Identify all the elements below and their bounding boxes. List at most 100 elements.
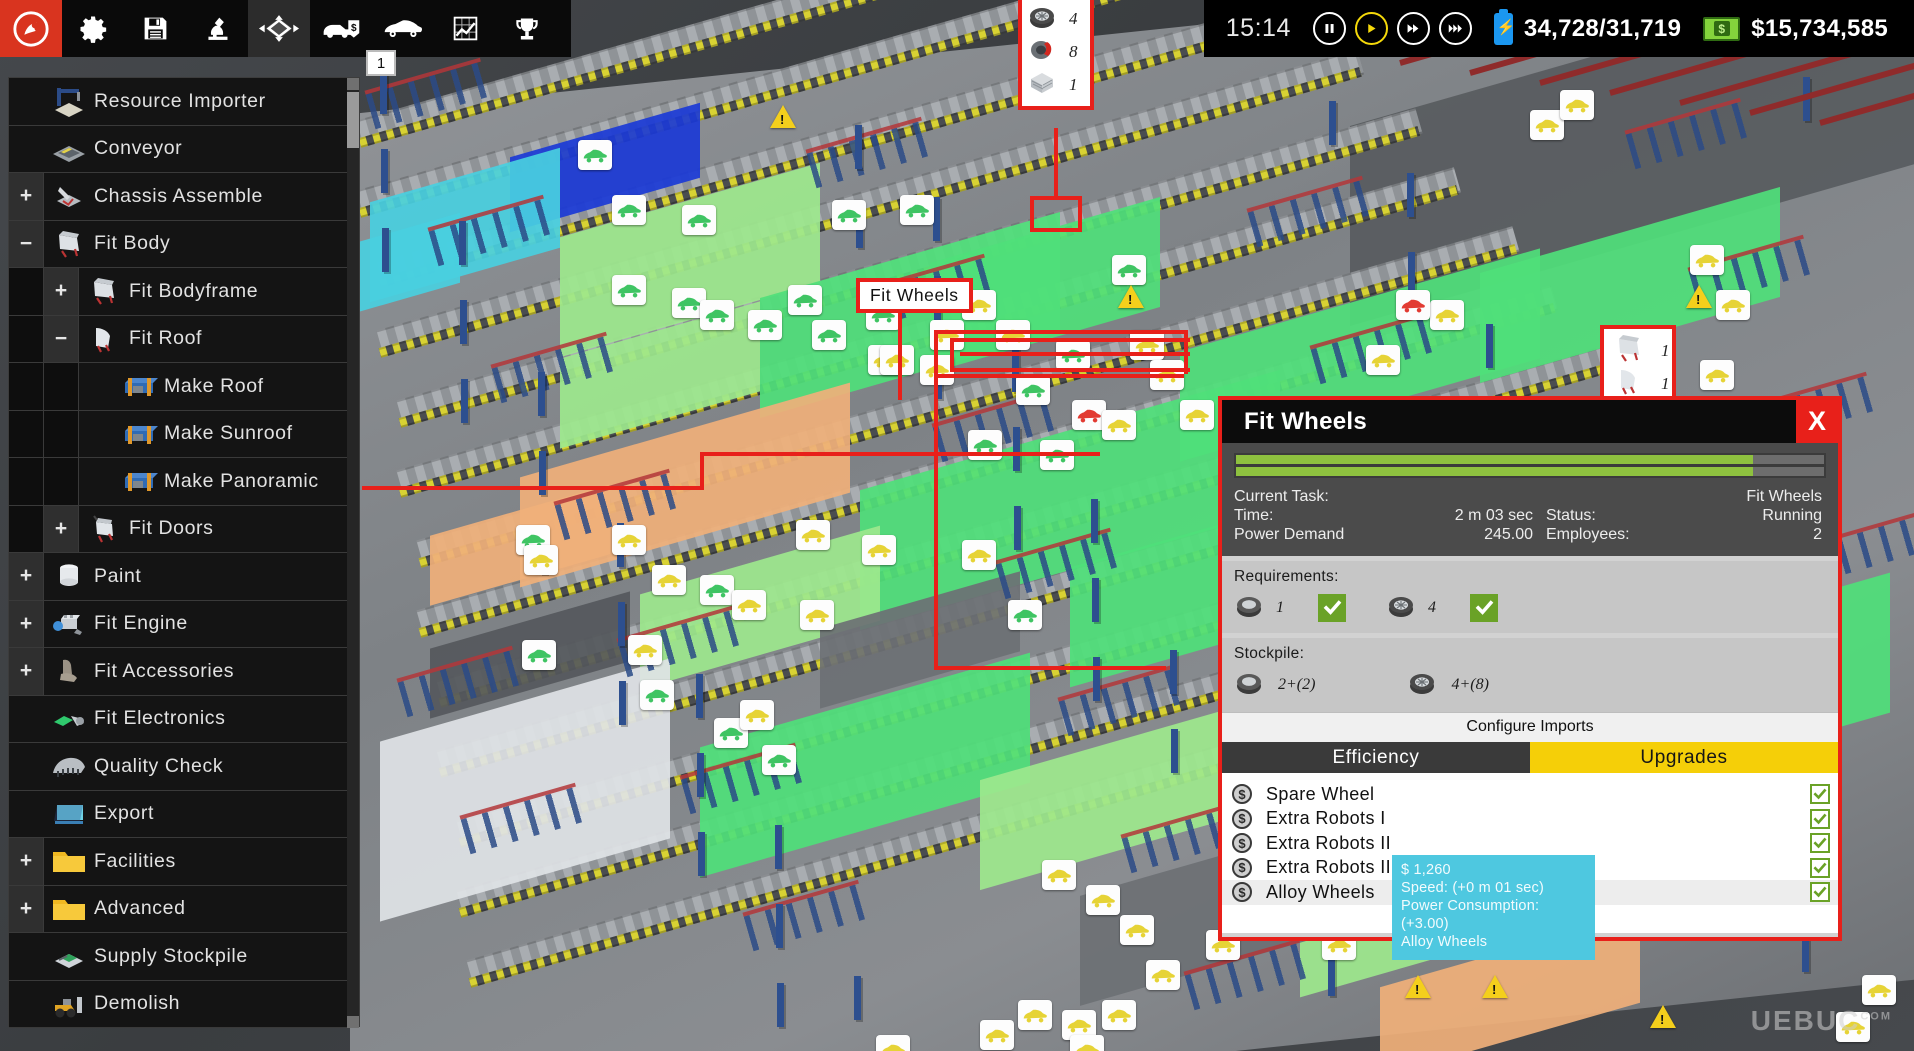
expander-placeholder — [9, 743, 44, 790]
expander-toggle[interactable]: + — [44, 268, 79, 315]
fast-forward-button[interactable] — [1397, 12, 1430, 45]
expander-toggle[interactable]: − — [9, 221, 44, 268]
popup-item-row: 1 — [1027, 68, 1082, 101]
sidebar-item-chassis-assemble[interactable]: + Chassis Assemble — [9, 173, 349, 221]
sidebar-item-fit-bodyframe[interactable]: +Fit Bodyframe — [9, 268, 349, 316]
expander-toggle[interactable]: + — [9, 648, 44, 695]
indent-spacer — [44, 411, 79, 458]
trophy-icon[interactable] — [496, 0, 558, 57]
requirement-met-icon — [1318, 594, 1346, 622]
paint-icon — [44, 559, 94, 593]
upgrade-label: Extra Robots II — [1252, 833, 1810, 854]
svg-text:$: $ — [351, 23, 357, 34]
requirement-item: 1 — [1234, 592, 1386, 623]
upgrades-list[interactable]: $ Spare Wheel $ Extra Robots I $ Extra R… — [1222, 773, 1838, 933]
progress-bar-1 — [1236, 455, 1824, 464]
sidebar-scrollbar[interactable] — [347, 78, 359, 1028]
sidebar-item-quality-check[interactable]: Quality Check — [9, 743, 349, 791]
car-icon[interactable] — [372, 0, 434, 57]
configure-imports-button[interactable]: Configure Imports — [1222, 712, 1838, 742]
gear-icon[interactable] — [62, 0, 124, 57]
sidebar-item-paint[interactable]: +Paint — [9, 553, 349, 601]
brake-disc-icon — [1027, 36, 1057, 67]
line-chart-icon[interactable] — [434, 0, 496, 57]
sidebar-item-export[interactable]: Export — [9, 791, 349, 839]
conveyor-icon — [44, 132, 94, 166]
expander-placeholder — [79, 411, 114, 458]
sidebar-item-label: Chassis Assemble — [94, 185, 263, 208]
tab-efficiency[interactable]: Efficiency — [1222, 742, 1530, 773]
scroll-up-arrow[interactable] — [347, 78, 359, 90]
microscope-icon[interactable] — [186, 0, 248, 57]
sidebar-item-make-sunroof[interactable]: Make Sunroof — [9, 411, 349, 459]
upgrade-row[interactable]: $ Extra Robots II — [1222, 831, 1838, 856]
pause-button[interactable] — [1313, 12, 1346, 45]
indent-spacer — [44, 458, 79, 505]
expander-toggle[interactable]: − — [44, 316, 79, 363]
power-indicator: 34,728/31,719 — [1494, 13, 1681, 45]
upgrade-row[interactable]: $ Extra Robots I — [1222, 807, 1838, 832]
sidebar-item-fit-engine[interactable]: + Fit Engine — [9, 601, 349, 649]
upgrade-row[interactable]: $ Spare Wheel — [1222, 782, 1838, 807]
sidebar-item-fit-doors[interactable]: +Fit Doors — [9, 506, 349, 554]
alloy-wheel-icon — [1407, 669, 1437, 700]
sidebar-item-conveyor[interactable]: Conveyor — [9, 126, 349, 174]
banknote-icon: $ — [1703, 17, 1740, 41]
sidebar-item-facilities[interactable]: +Facilities — [9, 838, 349, 886]
sidebar-item-label: Fit Engine — [94, 612, 188, 635]
current-task-label: Current Task: — [1234, 487, 1436, 506]
game-logo-icon[interactable] — [0, 0, 62, 57]
expander-toggle[interactable]: + — [9, 553, 44, 600]
watermark: UEBUCCOM — [1751, 1005, 1892, 1037]
battery-icon — [1494, 13, 1513, 45]
sidebar-item-make-roof[interactable]: Make Roof — [9, 363, 349, 411]
spare-tire-icon — [1234, 592, 1264, 623]
expander-toggle[interactable]: + — [9, 886, 44, 933]
requirement-count: 1 — [1276, 599, 1284, 617]
expander-toggle[interactable]: + — [44, 506, 79, 553]
sidebar-item-fit-electronics[interactable]: Fit Electronics — [9, 696, 349, 744]
sidebar-item-label: Quality Check — [94, 755, 223, 778]
sidebar-item-make-panoramic[interactable]: Make Panoramic — [9, 458, 349, 506]
diamond-tile-icon[interactable] — [248, 0, 310, 57]
sidebar-item-supply-stockpile[interactable]: Supply Stockpile — [9, 933, 349, 981]
sidebar-item-resource-importer[interactable]: Resource Importer — [9, 78, 349, 126]
tab-upgrades[interactable]: Upgrades — [1530, 742, 1838, 773]
sidebar-item-label: Export — [94, 802, 154, 825]
scroll-thumb[interactable] — [347, 92, 359, 148]
ultra-fast-forward-button[interactable] — [1439, 12, 1472, 45]
play-button[interactable] — [1355, 12, 1388, 45]
dialog-title: Fit Wheels — [1222, 408, 1367, 436]
cost-coin-icon: $ — [1232, 833, 1252, 853]
sidebar-item-advanced[interactable]: + Advanced — [9, 886, 349, 934]
dialog-tabs: EfficiencyUpgrades — [1222, 742, 1838, 773]
car-price-tag-icon[interactable]: $ — [310, 0, 372, 57]
dialog-status-panel: Current Task: Fit Wheels Time: 2 m 03 se… — [1222, 443, 1838, 556]
cost-coin-icon: $ — [1232, 809, 1252, 829]
sidebar-item-label: Fit Electronics — [94, 707, 225, 730]
sidebar-item-label: Advanced — [94, 897, 186, 920]
close-button[interactable]: X — [1796, 400, 1838, 443]
sidebar-item-label: Supply Stockpile — [94, 945, 248, 968]
expander-placeholder — [9, 126, 44, 173]
scroll-down-arrow[interactable] — [347, 1016, 359, 1028]
sidebar-item-fit-accessories[interactable]: +Fit Accessories — [9, 648, 349, 696]
expander-toggle[interactable]: + — [9, 601, 44, 648]
power-demand-value: 245.00 — [1436, 525, 1546, 544]
indent-spacer — [9, 411, 44, 458]
popup-item-row: 8 — [1027, 35, 1082, 68]
expander-placeholder — [9, 933, 44, 980]
fit-wheels-dialog[interactable]: Fit Wheels X Current Task: Fit Wheels Ti… — [1218, 396, 1842, 941]
stockpile-label: Stockpile: — [1234, 645, 1826, 663]
sidebar-item-fit-roof[interactable]: −Fit Roof — [9, 316, 349, 364]
expander-toggle[interactable]: + — [9, 173, 44, 220]
time-label: Time: — [1234, 506, 1436, 525]
sidebar-item-demolish[interactable]: Demolish — [9, 981, 349, 1029]
machine-icon — [114, 464, 164, 498]
expander-toggle[interactable]: + — [9, 838, 44, 885]
folder-icon — [44, 844, 94, 878]
floppy-disk-icon[interactable] — [124, 0, 186, 57]
build-menu-sidebar[interactable]: Resource ImporterConveyor+Chassis Assemb… — [8, 77, 360, 1027]
status-bar: 15:14 34,728/31,719 $ — [1204, 0, 1914, 57]
sidebar-item-fit-body[interactable]: −Fit Body — [9, 221, 349, 269]
